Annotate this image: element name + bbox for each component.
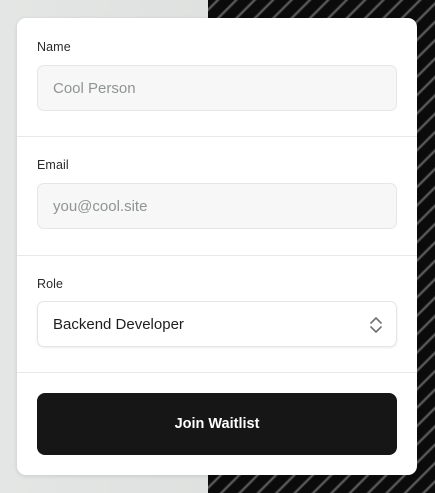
role-section: Role Backend Developer (17, 255, 417, 372)
email-label: Email (37, 158, 69, 172)
email-section: Email (17, 136, 417, 255)
name-input[interactable] (37, 65, 397, 111)
role-select-value: Backend Developer (53, 316, 184, 333)
email-input[interactable] (37, 183, 397, 229)
join-waitlist-button[interactable]: Join Waitlist (37, 393, 397, 455)
name-label: Name (37, 40, 71, 54)
waitlist-form-card: Name Email Role Backend Developer Join W… (17, 18, 417, 475)
role-select[interactable]: Backend Developer (37, 301, 397, 347)
submit-section: Join Waitlist (17, 372, 417, 475)
role-label: Role (37, 277, 64, 291)
name-section: Name (17, 18, 417, 136)
chevron-up-down-icon (370, 317, 382, 333)
